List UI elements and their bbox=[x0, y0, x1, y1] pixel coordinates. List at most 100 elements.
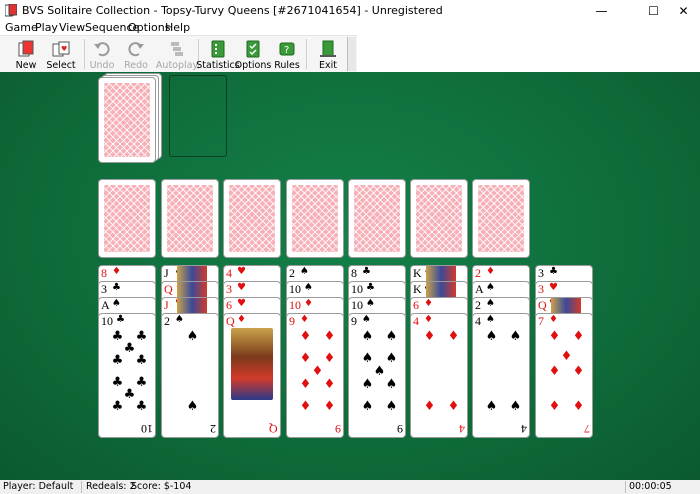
undo-icon bbox=[94, 42, 110, 57]
foundation-pile[interactable] bbox=[286, 179, 344, 258]
card-rank-bottom: 4 bbox=[459, 422, 465, 436]
court-card-art bbox=[551, 298, 581, 313]
card-suit-icon: ♣ bbox=[362, 266, 371, 277]
card-pip-icon: ♦ bbox=[323, 377, 336, 392]
card-rank: 10 bbox=[289, 298, 301, 312]
autoplay-icon bbox=[171, 42, 183, 56]
card-pip-icon: ♦ bbox=[311, 364, 324, 379]
close-button[interactable]: ✕ bbox=[667, 0, 700, 21]
card-rank: 10 bbox=[351, 282, 363, 296]
tableau-card[interactable]: 9 ♠ ♠ ♠ ♠ ♠ ♠ ♠ ♠ ♠ ♠ 9 bbox=[348, 313, 406, 438]
exit-button[interactable]: Exit bbox=[318, 36, 338, 72]
court-card-art bbox=[177, 266, 207, 281]
statistics-button[interactable]: Statistics bbox=[196, 36, 240, 72]
card-suit-icon: ♦ bbox=[424, 298, 433, 309]
tableau-card[interactable]: 2 ♠ ♠ ♠ 2 bbox=[161, 313, 219, 438]
foundation-pile[interactable] bbox=[161, 179, 219, 258]
card-pip-icon: ♣ bbox=[111, 353, 124, 368]
menu-bar: Game Play View Sequence Options Help bbox=[0, 21, 700, 35]
court-card-art bbox=[426, 282, 456, 297]
options-button[interactable]: Options bbox=[235, 36, 271, 72]
card-pip-icon: ♦ bbox=[299, 399, 312, 414]
card-suit-icon: ♦ bbox=[304, 298, 313, 309]
menu-game[interactable]: Game bbox=[5, 21, 38, 35]
card-rank: J bbox=[164, 266, 169, 280]
card-rank: 10 bbox=[289, 282, 301, 296]
menu-view[interactable]: View bbox=[59, 21, 85, 35]
card-pip-icon: ♠ bbox=[385, 377, 398, 392]
card-pip-icon: ♠ bbox=[186, 329, 199, 344]
card-rank-bottom: 4 bbox=[521, 422, 527, 436]
card-pip-icon: ♣ bbox=[135, 399, 148, 414]
title-bar: BVS Solitaire Collection - Topsy-Turvy Q… bbox=[0, 0, 700, 21]
toolbar-overflow-chevron[interactable] bbox=[347, 37, 356, 71]
card-pip-icon: ♦ bbox=[423, 329, 436, 344]
card-rank: A bbox=[475, 282, 484, 296]
card-rank: 4 bbox=[413, 314, 419, 328]
tableau-card[interactable]: 4 ♦ ♦ ♦ ♦ ♦ 4 bbox=[410, 313, 468, 438]
card-rank: Q bbox=[226, 314, 235, 328]
card-rank: 4 bbox=[475, 314, 481, 328]
undo-label: Undo bbox=[89, 60, 115, 71]
rules-button[interactable]: ? Rules bbox=[274, 36, 300, 72]
card-rank: K bbox=[413, 266, 422, 280]
options-label: Options bbox=[234, 60, 272, 71]
card-rank: 7 bbox=[538, 314, 544, 328]
card-rank: A bbox=[101, 298, 110, 312]
card-pip-icon: ♦ bbox=[572, 364, 585, 379]
select-label: Select bbox=[46, 60, 76, 71]
status-separator bbox=[625, 481, 626, 493]
stock-pile[interactable] bbox=[98, 77, 156, 163]
card-pip-icon: ♦ bbox=[560, 349, 573, 364]
card-rank: 6 bbox=[226, 298, 232, 312]
tableau-card[interactable]: 9 ♦ ♦ ♦ ♦ ♦ ♦ ♦ ♦ ♦ ♦ 9 bbox=[286, 313, 344, 438]
card-suit-icon: ♠ bbox=[486, 282, 495, 293]
card-rank-bottom: 9 bbox=[335, 422, 341, 436]
menu-help[interactable]: Help bbox=[165, 21, 190, 35]
card-suit-icon: ♦ bbox=[549, 314, 558, 325]
toolbar: New ♥ Select Undo Redo Autoplay Statisti… bbox=[0, 35, 357, 72]
redo-button[interactable]: Redo bbox=[123, 36, 149, 72]
undo-button[interactable]: Undo bbox=[89, 36, 115, 72]
card-rank: 9 bbox=[289, 314, 295, 328]
card-pip-icon: ♠ bbox=[485, 399, 498, 414]
tableau-card[interactable]: 4 ♠ ♠ ♠ ♠ ♠ 4 bbox=[472, 313, 530, 438]
foundation-pile[interactable] bbox=[348, 179, 406, 258]
new-button[interactable]: New bbox=[12, 36, 40, 72]
card-suit-icon: ♦ bbox=[112, 266, 121, 277]
status-separator bbox=[81, 481, 82, 493]
select-button[interactable]: ♥ Select bbox=[46, 36, 76, 72]
tableau-card[interactable]: 10 ♣ ♣ ♣ ♣ ♣ ♣ ♣ ♣ ♣ ♣ ♣ 10 bbox=[98, 313, 156, 438]
tableau-card[interactable]: 7 ♦ ♦ ♦ ♦ ♦ ♦ ♦ ♦ 7 bbox=[535, 313, 593, 438]
card-suit-icon: ♥ bbox=[237, 298, 246, 309]
card-rank: J bbox=[164, 298, 169, 312]
foundation-pile[interactable] bbox=[410, 179, 468, 258]
card-rank: 8 bbox=[101, 266, 107, 280]
card-rank-bottom: 9 bbox=[397, 422, 403, 436]
foundation-pile[interactable] bbox=[223, 179, 281, 258]
card-suit-icon: ♦ bbox=[486, 266, 495, 277]
card-suit-icon: ♠ bbox=[300, 266, 309, 277]
card-suit-icon: ♣ bbox=[116, 314, 125, 325]
exit-icon bbox=[320, 40, 336, 57]
status-score: Score: $-104 bbox=[131, 481, 192, 492]
minimize-button[interactable]: — bbox=[585, 0, 618, 21]
foundation-pile[interactable] bbox=[472, 179, 530, 258]
card-pip-icon: ♠ bbox=[361, 329, 374, 344]
autoplay-button[interactable]: Autoplay bbox=[156, 36, 198, 72]
waste-pile-slot[interactable] bbox=[169, 75, 227, 157]
menu-play[interactable]: Play bbox=[35, 21, 58, 35]
card-rank: 4 bbox=[226, 266, 232, 280]
card-pip-icon: ♠ bbox=[385, 351, 398, 366]
card-rank: K bbox=[413, 282, 422, 296]
rules-label: Rules bbox=[274, 60, 300, 71]
card-pip-icon: ♠ bbox=[186, 399, 199, 414]
tableau-card[interactable]: Q ♦ Q bbox=[223, 313, 281, 438]
svg-text:?: ? bbox=[284, 45, 289, 56]
card-suit-icon: ♠ bbox=[486, 314, 495, 325]
card-rank: 10 bbox=[351, 298, 363, 312]
toolbar-separator bbox=[84, 39, 85, 69]
foundation-pile[interactable] bbox=[98, 179, 156, 258]
card-suit-icon: ♥ bbox=[549, 282, 558, 293]
maximize-button[interactable]: ☐ bbox=[637, 0, 670, 21]
